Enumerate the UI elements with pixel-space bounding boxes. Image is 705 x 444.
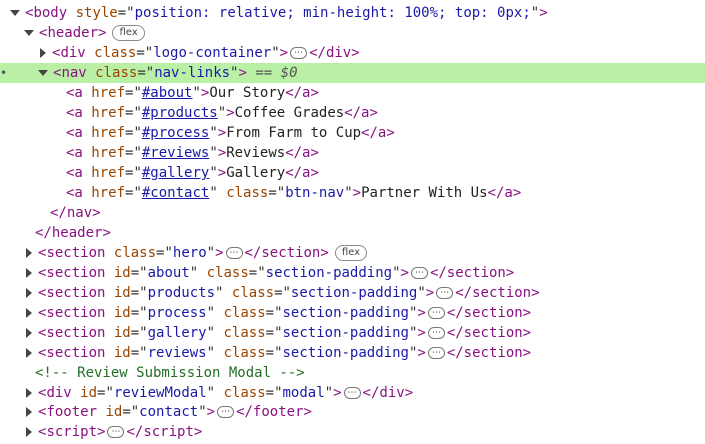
ellipsis-icon[interactable]: ⋯ xyxy=(217,406,235,418)
ellipsis-icon[interactable]: ⋯ xyxy=(427,307,445,319)
flex-badge[interactable]: flex xyxy=(112,25,145,41)
tree-row-contact-link[interactable]: <a href="#contact" class="btn-nav">Partn… xyxy=(0,183,705,203)
ellipsis-icon[interactable]: ⋯ xyxy=(427,347,445,359)
tree-row-link[interactable]: <a href="#process">From Farm to Cup</a> xyxy=(0,123,705,143)
expand-triangle-icon[interactable] xyxy=(38,70,48,76)
tree-row-body[interactable]: <body style="position: relative; min-hei… xyxy=(0,3,705,23)
elements-tree: <body style="position: relative; min-hei… xyxy=(0,0,705,444)
tree-row-header-close[interactable]: </header> xyxy=(0,223,705,243)
tree-row-section[interactable]: <section id="reviews" class="section-pad… xyxy=(0,343,705,363)
tree-row-section[interactable]: <section id="about" class="section-paddi… xyxy=(0,263,705,283)
href-link[interactable]: #reviews xyxy=(142,145,209,161)
tree-row-footer[interactable]: <footer id="contact"> ⋯ </footer> xyxy=(0,402,705,422)
ellipsis-icon[interactable]: ⋯ xyxy=(225,247,243,259)
collapse-triangle-icon[interactable] xyxy=(26,427,32,437)
ellipsis-icon[interactable]: ⋯ xyxy=(436,287,454,299)
collapse-triangle-icon[interactable] xyxy=(26,388,32,398)
ellipsis-icon[interactable]: ⋯ xyxy=(107,426,125,438)
href-link[interactable]: #products xyxy=(142,105,218,121)
href-link[interactable]: #contact xyxy=(142,185,209,201)
expand-triangle-icon[interactable] xyxy=(24,30,34,36)
tree-row-section[interactable]: <section id="products" class="section-pa… xyxy=(0,283,705,303)
tree-row-header[interactable]: <header> flex xyxy=(0,23,705,43)
ellipsis-icon[interactable]: ⋯ xyxy=(290,47,308,59)
tree-row-link[interactable]: <a href="#gallery">Gallery</a> xyxy=(0,163,705,183)
flex-badge[interactable]: flex xyxy=(334,245,368,261)
ellipsis-icon[interactable]: ⋯ xyxy=(427,327,445,339)
collapse-triangle-icon[interactable] xyxy=(26,407,32,417)
collapse-triangle-icon[interactable] xyxy=(26,348,32,358)
href-link[interactable]: #gallery xyxy=(142,165,209,181)
ellipsis-icon[interactable]: ⋯ xyxy=(343,387,361,399)
tree-row-nav-close[interactable]: </nav> xyxy=(0,203,705,223)
tree-row-section[interactable]: <section id="gallery" class="section-pad… xyxy=(0,323,705,343)
collapse-triangle-icon[interactable] xyxy=(26,328,32,338)
collapse-triangle-icon[interactable] xyxy=(40,48,46,58)
tree-row-nav-selected[interactable]: • <nav class="nav-links"> == $0 xyxy=(0,63,705,83)
tree-row-comment[interactable]: <!-- Review Submission Modal --> xyxy=(0,363,705,383)
tree-row-script[interactable]: <script> ⋯ </script> xyxy=(0,422,705,442)
tree-row-link[interactable]: <a href="#products">Coffee Grades</a> xyxy=(0,103,705,123)
tree-row-hero[interactable]: <section class="hero"> ⋯ </section> flex xyxy=(0,243,705,263)
expand-triangle-icon[interactable] xyxy=(10,10,20,16)
collapse-triangle-icon[interactable] xyxy=(26,248,32,258)
tree-row-modal[interactable]: <div id="reviewModal" class="modal"> ⋯ </d… xyxy=(0,383,705,403)
collapse-triangle-icon[interactable] xyxy=(26,308,32,318)
tree-row-link[interactable]: <a href="#about">Our Story</a> xyxy=(0,83,705,103)
collapse-triangle-icon[interactable] xyxy=(26,268,32,278)
ellipsis-icon[interactable]: ⋯ xyxy=(410,267,428,279)
selected-dot-icon: • xyxy=(0,66,8,80)
href-link[interactable]: #process xyxy=(142,125,209,141)
collapse-triangle-icon[interactable] xyxy=(26,288,32,298)
tree-row-link[interactable]: <a href="#reviews">Reviews</a> xyxy=(0,143,705,163)
href-link[interactable]: #about xyxy=(142,85,193,101)
tree-row-section[interactable]: <section id="process" class="section-pad… xyxy=(0,303,705,323)
tree-row-logo-container[interactable]: <div class="logo-container"> ⋯ </div> xyxy=(0,43,705,63)
